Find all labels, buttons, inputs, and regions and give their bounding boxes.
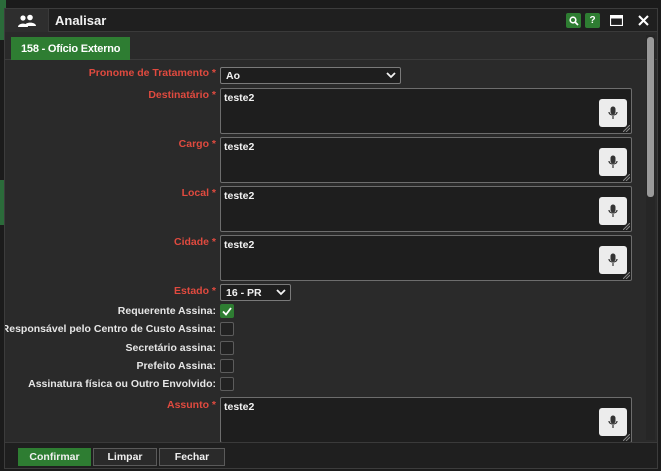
estado-value: 16 - PR <box>226 287 262 299</box>
microphone-icon[interactable] <box>599 246 627 274</box>
destinatario-field[interactable]: teste2 <box>220 88 632 134</box>
assunto-value: teste2 <box>224 401 255 413</box>
dialog-titlebar[interactable]: Analisar ? <box>5 9 657 32</box>
prefeito-checkbox[interactable] <box>220 359 234 373</box>
checkmark-icon <box>222 306 232 316</box>
cidade-value: teste2 <box>224 239 255 251</box>
secretario-label: Secretário assina: <box>125 342 216 354</box>
assunto-label: Assunto * <box>166 399 216 411</box>
form-content: Pronome de Tratamento * Ao Destinatário … <box>5 61 645 444</box>
resize-handle-icon[interactable] <box>623 434 630 441</box>
close-icon[interactable] <box>634 12 652 29</box>
resize-handle-icon[interactable] <box>623 223 630 230</box>
search-icon[interactable] <box>566 13 581 28</box>
close-button[interactable]: Fechar <box>159 448 225 466</box>
estado-label: Estado * <box>173 285 216 297</box>
local-field[interactable]: teste2 <box>220 186 632 232</box>
dialog-footer: Confirmar Limpar Fechar <box>5 442 657 468</box>
local-label: Local * <box>181 187 216 199</box>
requerente-checkbox[interactable] <box>220 304 234 318</box>
responsavel-checkbox[interactable] <box>220 322 234 336</box>
help-icon[interactable]: ? <box>585 13 600 28</box>
vertical-scrollbar[interactable] <box>646 35 655 440</box>
cargo-value: teste2 <box>224 141 255 153</box>
confirm-button[interactable]: Confirmar <box>18 448 91 466</box>
microphone-icon[interactable] <box>599 99 627 127</box>
resize-handle-icon[interactable] <box>623 125 630 132</box>
destinatario-value: teste2 <box>224 92 255 104</box>
pronome-value: Ao <box>226 70 240 82</box>
destinatario-label: Destinatário * <box>148 89 216 101</box>
pronome-select[interactable]: Ao <box>220 67 401 84</box>
assinatura-label: Assinatura física ou Outro Envolvido: <box>28 378 216 390</box>
responsavel-label: Responsável pelo Centro de Custo Assina: <box>5 323 216 335</box>
tab-bar: 158 - Ofício Externo <box>5 33 657 60</box>
estado-select[interactable]: 16 - PR <box>220 284 291 301</box>
secretario-checkbox[interactable] <box>220 341 234 355</box>
analisar-dialog: Analisar ? 158 - Ofício Externo Pronome … <box>4 8 658 469</box>
tab-oficio-externo[interactable]: 158 - Ofício Externo <box>11 37 131 60</box>
assinatura-checkbox[interactable] <box>220 377 234 391</box>
resize-handle-icon[interactable] <box>623 174 630 181</box>
scrollbar-thumb[interactable] <box>647 37 654 197</box>
microphone-icon[interactable] <box>599 148 627 176</box>
requerente-label: Requerente Assina: <box>117 305 216 317</box>
prefeito-label: Prefeito Assina: <box>136 360 216 372</box>
microphone-icon[interactable] <box>599 197 627 225</box>
users-icon <box>5 9 49 32</box>
cargo-field[interactable]: teste2 <box>220 137 632 183</box>
cargo-label: Cargo * <box>178 138 216 150</box>
chevron-down-icon <box>276 287 286 299</box>
maximize-icon[interactable] <box>607 12 625 29</box>
cidade-label: Cidade * <box>173 236 216 248</box>
microphone-icon[interactable] <box>599 408 627 436</box>
dialog-title: Analisar <box>55 13 107 28</box>
cidade-field[interactable]: teste2 <box>220 235 632 281</box>
local-value: teste2 <box>224 190 255 202</box>
assunto-field[interactable]: teste2 <box>220 397 632 443</box>
chevron-down-icon <box>386 70 396 82</box>
resize-handle-icon[interactable] <box>623 272 630 279</box>
pronome-label: Pronome de Tratamento * <box>88 67 216 79</box>
clear-button[interactable]: Limpar <box>93 448 157 466</box>
